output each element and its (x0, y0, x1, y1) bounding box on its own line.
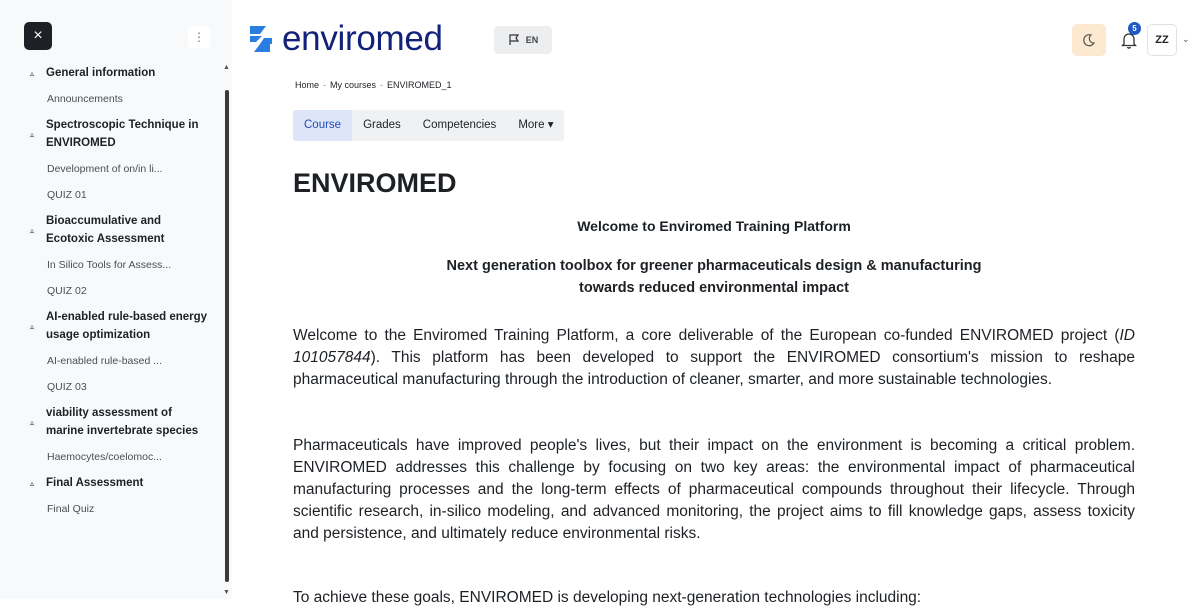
collapse-section-icon[interactable]: ▵ (30, 130, 46, 139)
page-title: ENVIROMED (293, 168, 457, 198)
course-activity-link[interactable]: Haemocytes/coelomoc... (20, 444, 210, 470)
tab-grades[interactable]: Grades (352, 110, 412, 141)
course-activity-link[interactable]: Development of on/in li... (20, 156, 210, 182)
drawer-options-button[interactable]: ⋮ (188, 26, 210, 48)
intro-text-start: Welcome to the Enviromed Training Platfo… (293, 327, 1120, 344)
course-section[interactable]: ▵ AI-enabled rule-based energy usage opti… (20, 304, 210, 348)
close-icon: × (33, 27, 43, 44)
collapse-section-icon[interactable]: ▵ (30, 479, 46, 488)
course-activity-link[interactable]: In Silico Tools for Assess... (20, 252, 210, 278)
breadcrumb-my-courses[interactable]: My courses (330, 80, 376, 90)
breadcrumb-home[interactable]: Home (295, 80, 319, 90)
course-section-title[interactable]: General information (46, 64, 155, 82)
scroll-down-arrow-icon[interactable]: ▼ (223, 589, 230, 596)
collapse-section-icon[interactable]: ▵ (30, 226, 46, 235)
course-section-title[interactable]: viability assessment of marine invertebr… (46, 404, 210, 440)
course-section-title[interactable]: Spectroscopic Technique in ENVIROMED (46, 116, 210, 152)
course-section[interactable]: ▵ Final Assessment (20, 470, 210, 496)
course-section-title[interactable]: Bioaccumulative and Ecotoxic Assessment (46, 212, 210, 248)
logo-text: enviromed (282, 19, 443, 58)
course-index: ▵ General information Announcements ▵ Spectr… (20, 60, 210, 522)
flag-icon (509, 34, 519, 45)
site-logo[interactable]: enviromed (246, 20, 443, 58)
intro-text-end: ). This platform has been developed to s… (293, 349, 1135, 388)
enviromed-logo-icon (250, 26, 272, 52)
drawer-header: × ⋮ (0, 0, 232, 60)
course-section[interactable]: ▵ General information (20, 60, 210, 86)
course-activity-link[interactable]: QUIZ 03 (20, 374, 210, 400)
intro-paragraph: Welcome to the Enviromed Training Platfo… (293, 325, 1135, 391)
close-drawer-button[interactable]: × (24, 22, 52, 50)
welcome-heading: Welcome to Enviromed Training Platform (577, 218, 851, 234)
kebab-menu-icon: ⋮ (193, 30, 205, 44)
challenge-paragraph: Pharmaceuticals have improved people's l… (293, 437, 1135, 542)
scrollbar-thumb[interactable] (225, 90, 229, 582)
course-section[interactable]: ▵ Bioaccumulative and Ecotoxic Assessment (20, 208, 210, 252)
collapse-section-icon[interactable]: ▵ (30, 418, 46, 427)
tagline-line-2: towards reduced environmental impact (579, 280, 849, 296)
moon-icon (1083, 34, 1096, 47)
goals-paragraph: To achieve these goals, ENVIROMED is dev… (293, 589, 922, 606)
course-activity-link[interactable]: AI-enabled rule-based ... (20, 348, 210, 374)
course-activity-link[interactable]: QUIZ 01 (20, 182, 210, 208)
course-activity-link[interactable]: Announcements (20, 86, 210, 112)
course-tabs: Course Grades Competencies More ▾ (293, 110, 565, 141)
course-section-title[interactable]: Final Assessment (46, 474, 143, 492)
top-navbar: enviromed EN 5 ZZ ⌄ (232, 0, 1198, 60)
tagline-heading: Next generation toolbox for greener phar… (293, 255, 1135, 299)
chevron-down-icon[interactable]: ⌄ (1182, 34, 1190, 45)
breadcrumb: Home - My courses - ENVIROMED_1 (295, 80, 452, 90)
tagline-line-1: Next generation toolbox for greener phar… (446, 258, 982, 274)
course-activity-link[interactable]: QUIZ 02 (20, 278, 210, 304)
tab-course[interactable]: Course (293, 110, 353, 141)
course-index-drawer: × ⋮ ▵ General information Announcements ▵ Sp… (0, 0, 232, 599)
language-selector[interactable]: EN (494, 26, 552, 54)
course-activity-link[interactable]: Final Quiz (20, 496, 210, 522)
collapse-section-icon[interactable]: ▵ (30, 69, 46, 78)
course-section[interactable]: ▵ Spectroscopic Technique in ENVIROMED (20, 112, 210, 156)
tab-competencies[interactable]: Competencies (412, 110, 508, 141)
language-label: EN (525, 35, 539, 45)
user-menu-avatar[interactable]: ZZ (1147, 24, 1177, 56)
notification-count-badge: 5 (1128, 22, 1141, 35)
course-section-title[interactable]: AI-enabled rule-based energy usage optim… (46, 308, 210, 344)
tab-more[interactable]: More ▾ (507, 110, 564, 141)
collapse-section-icon[interactable]: ▵ (30, 322, 46, 331)
scroll-up-arrow-icon[interactable]: ▲ (223, 64, 230, 71)
course-section[interactable]: ▵ viability assessment of marine inverteb… (20, 400, 210, 444)
breadcrumb-course[interactable]: ENVIROMED_1 (387, 80, 452, 90)
dark-mode-toggle[interactable] (1072, 24, 1106, 56)
